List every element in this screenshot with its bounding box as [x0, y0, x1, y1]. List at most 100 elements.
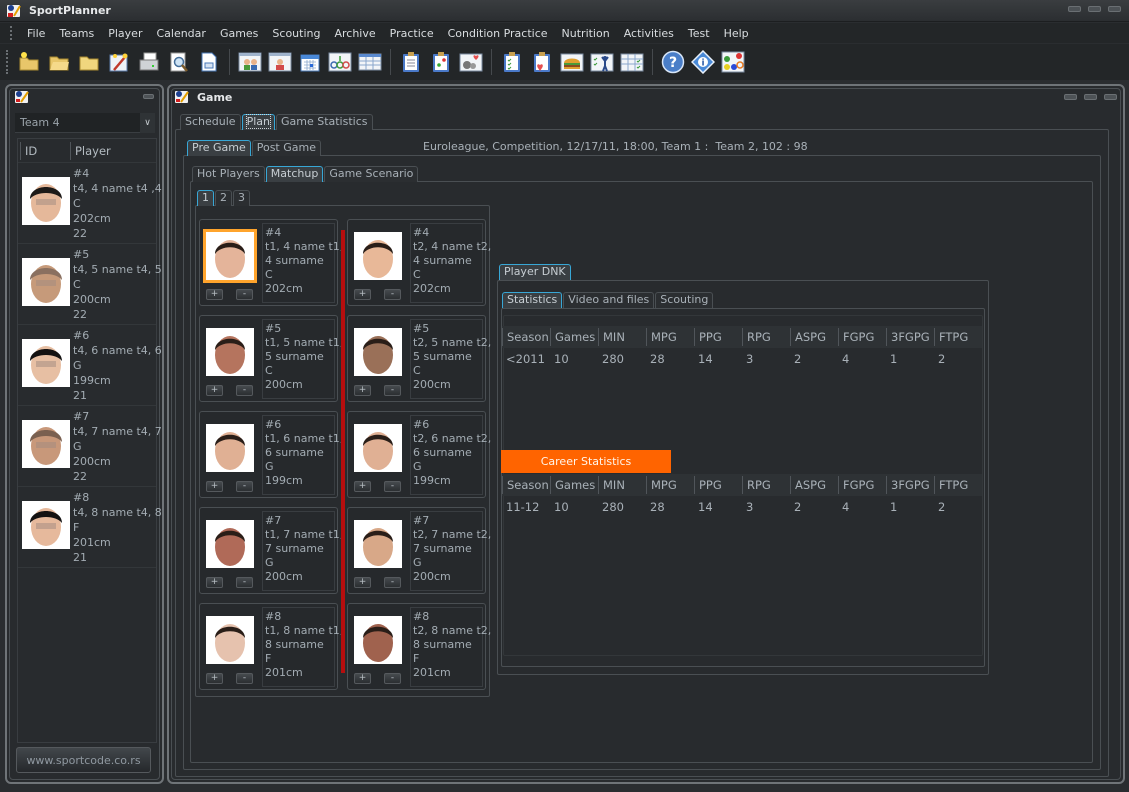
column-header[interactable]: ASPG — [790, 328, 838, 346]
remove-player-button[interactable]: - — [384, 481, 401, 492]
add-player-button[interactable]: + — [354, 577, 371, 588]
column-header[interactable]: RPG — [742, 328, 790, 346]
player-photo[interactable] — [206, 616, 254, 664]
menu-nutrition[interactable]: Nutrition — [555, 27, 617, 40]
player-photo[interactable] — [354, 520, 402, 568]
test-button[interactable] — [620, 50, 645, 75]
menu-archive[interactable]: Archive — [327, 27, 382, 40]
website-button[interactable]: www.sportcode.co.rs — [16, 747, 151, 773]
game-close-button[interactable] — [1104, 94, 1117, 100]
player-photo[interactable] — [206, 520, 254, 568]
teams-button[interactable] — [238, 50, 263, 75]
remove-player-button[interactable]: - — [236, 385, 253, 396]
matchup-card-team1[interactable]: + - #8 t1, 8 name t1, 8 surname F 201cm — [199, 603, 343, 690]
matchup-card-team2[interactable]: + - #7 t2, 7 name t2, 7 surname G 200cm — [347, 507, 491, 594]
column-header[interactable]: MIN — [598, 476, 646, 494]
column-header-player[interactable]: Player — [70, 141, 111, 160]
menu-games[interactable]: Games — [213, 27, 265, 40]
menu-teams[interactable]: Teams — [52, 27, 101, 40]
remove-player-button[interactable]: - — [236, 673, 253, 684]
remove-player-button[interactable]: - — [236, 481, 253, 492]
menu-player[interactable]: Player — [101, 27, 149, 40]
player-photo[interactable] — [206, 328, 254, 376]
player-photo[interactable] — [203, 229, 257, 283]
matchup-card-team2[interactable]: + - #6 t2, 6 name t2, 6 surname G 199cm — [347, 411, 491, 498]
matchup-card-team1[interactable]: + - #7 t1, 7 name t1, 7 surname G 200cm — [199, 507, 343, 594]
player-photo[interactable] — [354, 424, 402, 472]
team-select[interactable]: Team 4 ∨ — [15, 113, 155, 133]
folder-button[interactable] — [77, 50, 102, 75]
roster-row[interactable]: #8 t4, 8 name t4, 8 F 201cm 21 — [18, 487, 162, 568]
maximize-button[interactable] — [1088, 6, 1101, 12]
remove-player-button[interactable]: - — [236, 577, 253, 588]
column-header[interactable]: Season — [502, 476, 550, 494]
remove-player-button[interactable]: - — [384, 673, 401, 684]
tab-page-1[interactable]: 1 — [197, 190, 214, 206]
export-button[interactable] — [197, 50, 222, 75]
nutrition-button[interactable] — [560, 50, 585, 75]
column-header[interactable]: FTPG — [934, 328, 982, 346]
column-header[interactable]: FTPG — [934, 476, 982, 494]
player-photo[interactable] — [354, 616, 402, 664]
info-button[interactable]: i — [691, 50, 716, 75]
menu-practice[interactable]: Practice — [383, 27, 441, 40]
player-photo[interactable] — [354, 232, 402, 280]
tab-post-game[interactable]: Post Game — [251, 140, 321, 156]
column-header[interactable]: RPG — [742, 476, 790, 494]
column-header[interactable]: 3FGPG — [886, 476, 934, 494]
column-header[interactable]: Games — [550, 328, 598, 346]
condition-button[interactable] — [459, 50, 484, 75]
plan-clipboard-button[interactable] — [429, 50, 454, 75]
tab-schedule[interactable]: Schedule — [180, 114, 241, 130]
tab-page-3[interactable]: 3 — [233, 190, 250, 206]
tab-pre-game[interactable]: Pre Game — [187, 140, 251, 156]
stats-row[interactable]: <2011 10 280 28 14 3 2 4 1 2 — [502, 348, 982, 370]
menu-help[interactable]: Help — [717, 27, 756, 40]
column-header[interactable]: PPG — [694, 328, 742, 346]
matchup-card-team1[interactable]: + - #6 t1, 6 name t1, 6 surname G 199cm — [199, 411, 343, 498]
tactics-board-button[interactable] — [721, 50, 746, 75]
tab-matchup[interactable]: Matchup — [265, 166, 324, 182]
roster-row[interactable]: #7 t4, 7 name t4, 7 G 200cm 22 — [18, 406, 162, 487]
tab-game-scenario[interactable]: Game Scenario — [324, 166, 419, 182]
game-maximize-button[interactable] — [1084, 94, 1097, 100]
diagram-button[interactable] — [328, 50, 353, 75]
roster-minimize-button[interactable] — [143, 94, 154, 99]
print-button[interactable] — [137, 50, 162, 75]
add-player-button[interactable]: + — [206, 289, 223, 300]
add-player-button[interactable]: + — [354, 385, 371, 396]
roster-row[interactable]: #5 t4, 5 name t4, 5 C 200cm 22 — [18, 244, 162, 325]
matchup-card-team2[interactable]: + - #8 t2, 8 name t2, 8 surname F 201cm — [347, 603, 491, 690]
column-header[interactable]: MPG — [646, 328, 694, 346]
column-header-id[interactable]: ID — [20, 141, 70, 160]
add-player-button[interactable]: + — [354, 481, 371, 492]
menu-scouting[interactable]: Scouting — [265, 27, 327, 40]
remove-player-button[interactable]: - — [384, 577, 401, 588]
menu-condition-practice[interactable]: Condition Practice — [441, 27, 555, 40]
remove-player-button[interactable]: - — [236, 289, 253, 300]
tab-player-dnk[interactable]: Player DNK — [499, 264, 571, 280]
add-player-button[interactable]: + — [354, 289, 371, 300]
tab-game-statistics[interactable]: Game Statistics — [275, 114, 373, 130]
column-header[interactable]: FGPG — [838, 328, 886, 346]
menu-file[interactable]: File — [20, 27, 52, 40]
add-player-button[interactable]: + — [354, 673, 371, 684]
help-button[interactable]: ? — [661, 50, 686, 75]
column-header[interactable]: 3FGPG — [886, 328, 934, 346]
add-player-button[interactable]: + — [206, 481, 223, 492]
table-button[interactable] — [358, 50, 383, 75]
roster-row[interactable]: #6 t4, 6 name t4, 6 G 199cm 21 — [18, 325, 162, 406]
menu-activities[interactable]: Activities — [617, 27, 681, 40]
tab-scouting[interactable]: Scouting — [655, 292, 714, 308]
tab-page-2[interactable]: 2 — [215, 190, 232, 206]
calendar-button[interactable] — [298, 50, 323, 75]
tab-hot-players[interactable]: Hot Players — [192, 166, 265, 182]
remove-player-button[interactable]: - — [384, 385, 401, 396]
print-preview-button[interactable] — [167, 50, 192, 75]
tab-video-and-files[interactable]: Video and files — [563, 292, 655, 308]
matchup-card-team1[interactable]: + - #5 t1, 5 name t1, 5 surname C 200cm — [199, 315, 343, 402]
practice-clipboard-button[interactable] — [399, 50, 424, 75]
matchup-card-team2[interactable]: + - #5 t2, 5 name t2, 5 surname C 200cm — [347, 315, 491, 402]
column-header[interactable]: Season — [502, 328, 550, 346]
column-header[interactable]: MPG — [646, 476, 694, 494]
